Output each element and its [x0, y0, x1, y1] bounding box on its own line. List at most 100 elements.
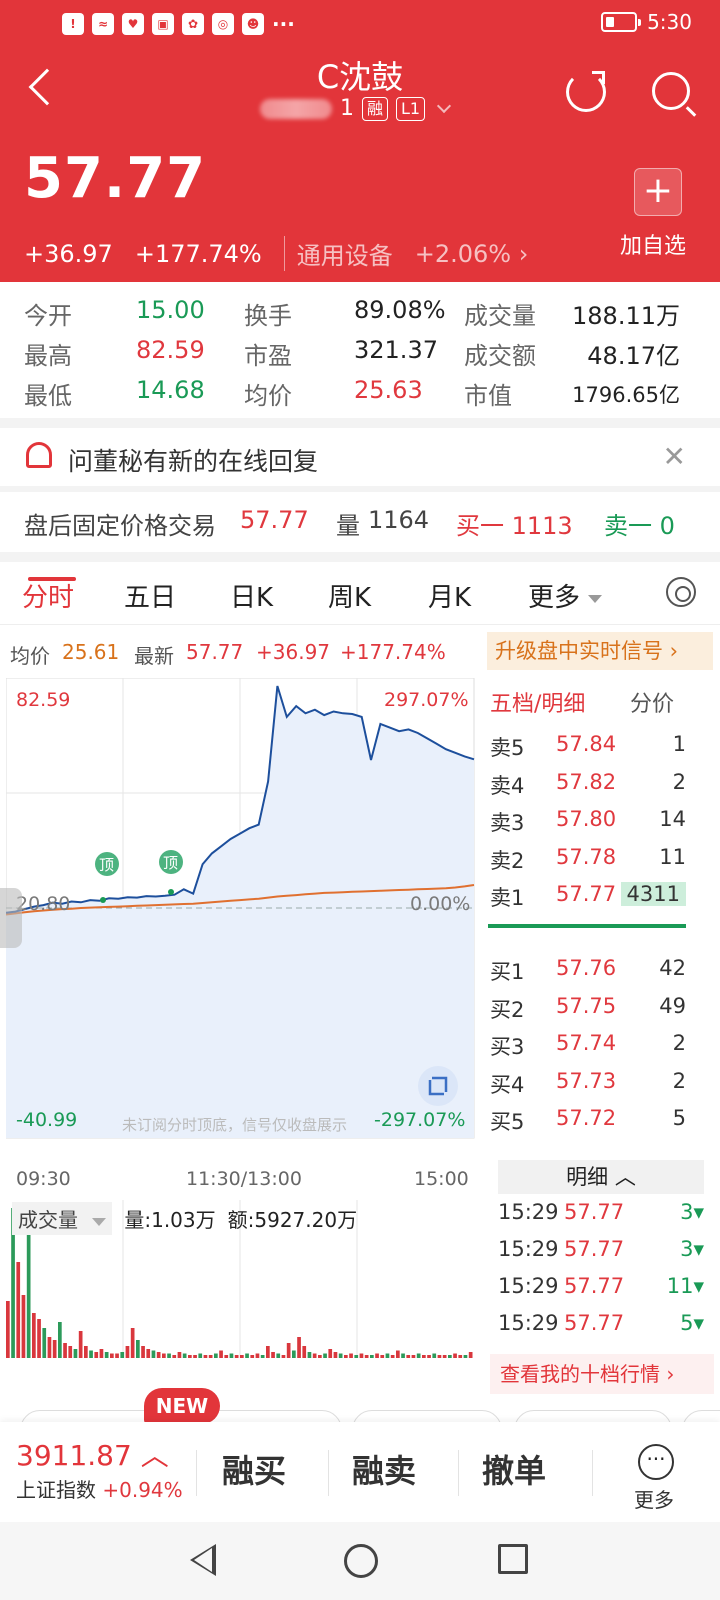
stock-code-row[interactable]: 1 融 L1 [260, 96, 452, 121]
bottom-action-bar: 3911.87 ︿ 上证指数 +0.94% 融买 融卖 撤单 ··· 更多 [0, 1422, 720, 1522]
trade-time: 15:29 [498, 1274, 559, 1298]
side-drawer-handle[interactable] [0, 888, 22, 948]
y-bottom-label: -40.99 [16, 1109, 77, 1131]
ask-row[interactable]: 卖2 57.78 11 [490, 839, 714, 877]
volume-bar [203, 1355, 208, 1358]
nav-recents-icon[interactable] [498, 1544, 528, 1574]
volume-bar [234, 1355, 239, 1358]
volume-bar [193, 1355, 197, 1358]
ask-volume: 4311 [620, 882, 686, 906]
upgrade-signal-button[interactable]: 升级盘中实时信号 › [487, 632, 713, 670]
volume-bar [271, 1352, 275, 1358]
volume-bar [463, 1355, 468, 1358]
index-row[interactable]: 上证指数 +0.94% [16, 1474, 183, 1503]
industry-change[interactable]: +2.06% › [415, 240, 529, 268]
bid-row[interactable]: 买4 57.73 2 [490, 1063, 714, 1101]
bid-price: 57.73 [556, 1068, 617, 1093]
volume-bar [396, 1350, 400, 1358]
bell-icon [26, 442, 52, 468]
nav-home-icon[interactable] [344, 1544, 378, 1578]
ask-row[interactable]: 卖3 57.80 14 [490, 801, 714, 839]
margin-sell-button[interactable]: 融卖 [352, 1446, 416, 1492]
bid-row[interactable]: 买1 57.76 42 [490, 950, 714, 988]
secretary-notice[interactable]: 问董秘有新的在线回复 ✕ [0, 428, 720, 488]
bid-row[interactable]: 买5 57.72 5 [490, 1100, 714, 1138]
volume-bar [99, 1349, 104, 1358]
volume-bar [21, 1295, 26, 1358]
ask-row[interactable]: 卖5 57.84 1 [490, 726, 714, 764]
ask-row[interactable]: 卖4 57.82 2 [490, 764, 714, 802]
refresh-icon[interactable] [566, 71, 606, 112]
volume-bar [437, 1355, 442, 1358]
volume-bar [58, 1322, 62, 1358]
ask-volume: 1 [672, 732, 686, 756]
more-icon[interactable]: ··· [638, 1444, 674, 1480]
mcap-label: 市值 [464, 382, 512, 410]
trade-volume: 3▾ [680, 1237, 704, 1261]
trade-time: 15:29 [498, 1311, 559, 1335]
time-label-end: 15:00 [414, 1168, 469, 1190]
trade-detail-toggle[interactable]: 明细 ︿ [498, 1160, 704, 1194]
price-change-row: +36.97 +177.74% 通用设备 +2.06% › [24, 236, 528, 271]
volume-bar [385, 1353, 390, 1358]
volume-bar [26, 1226, 31, 1358]
stock-name: C沈鼓 [316, 58, 404, 96]
time-label-start: 09:30 [16, 1168, 71, 1190]
ask-price: 57.78 [556, 844, 617, 869]
status-icons: ! ≈ ♥ ▣ ✿ ◎ ☻ ··· [62, 12, 295, 36]
tab-price-distribution[interactable]: 分价 [630, 686, 674, 718]
volume-bar [240, 1355, 244, 1358]
top-marker-label: 顶 [163, 854, 178, 872]
search-icon[interactable] [652, 72, 690, 110]
after-hours-sell1: 卖一 0 [604, 512, 675, 540]
ask-price: 57.80 [556, 807, 617, 831]
view-ten-levels-button[interactable]: 查看我的十档行情 › [490, 1354, 714, 1394]
margin-buy-button[interactable]: 融买 [222, 1446, 286, 1492]
tab-five-day[interactable]: 五日 [124, 577, 176, 614]
ask-price: 57.77 [556, 882, 617, 906]
cancel-order-button[interactable]: 撤单 [482, 1446, 546, 1492]
index-value[interactable]: 3911.87 ︿ [16, 1434, 169, 1474]
separator [328, 1450, 329, 1496]
volume-bar [354, 1355, 359, 1358]
bid-row[interactable]: 买3 57.74 2 [490, 1025, 714, 1063]
volume-bar [297, 1337, 301, 1358]
ask-row[interactable]: 卖1 57.77 4311 [490, 876, 714, 914]
volume-bar [6, 1301, 10, 1358]
volume-bar [427, 1355, 431, 1358]
bid-volume: 42 [659, 956, 686, 980]
volume-bar [349, 1353, 353, 1358]
intraday-chart[interactable]: 顶 顶 82.59 20.80 -40.99 297.07% 0.00% -29… [6, 678, 484, 1162]
fullscreen-icon[interactable] [418, 1066, 458, 1106]
settings-icon[interactable] [666, 577, 696, 607]
add-watchlist-label[interactable]: 加自选 [620, 228, 686, 260]
after-hours-row[interactable]: 盘后固定价格交易 57.77 量 1164 买一 1113 卖一 0 [0, 496, 720, 550]
after-hours-buy1: 买一 1113 [456, 512, 573, 540]
volume-bar [229, 1353, 234, 1358]
tab-five-level[interactable]: 五档/明细 [490, 686, 585, 718]
ask-level-label: 卖2 [490, 848, 525, 873]
add-watchlist-button[interactable]: + [634, 168, 682, 216]
more-label[interactable]: 更多 [634, 1484, 674, 1513]
low-value: 14.68 [136, 376, 205, 404]
volume-qty: 量:1.03万 [124, 1208, 216, 1232]
top-marker-label: 顶 [99, 856, 114, 874]
volume-bar [442, 1355, 447, 1358]
tab-weekly-k[interactable]: 周K [328, 577, 371, 614]
bid-level-label: 买1 [490, 960, 525, 984]
after-hours-vol: 1164 [368, 506, 430, 534]
tab-intraday[interactable]: 分时 [22, 577, 74, 614]
tab-daily-k[interactable]: 日K [230, 577, 273, 614]
more-status-icon: ··· [272, 12, 295, 36]
nav-back-icon[interactable] [190, 1544, 216, 1576]
volume-value: 188.11万 [572, 302, 680, 330]
bid-row[interactable]: 买2 57.75 49 [490, 988, 714, 1026]
volume-bar [63, 1343, 67, 1358]
tab-more[interactable]: 更多 [528, 577, 603, 614]
change-percent: +177.74% [134, 239, 262, 268]
volume-bar [260, 1355, 265, 1358]
industry-link[interactable]: 通用设备 [283, 236, 393, 271]
volume-indicator-select[interactable]: 成交量 [12, 1202, 113, 1235]
tab-monthly-k[interactable]: 月K [428, 577, 471, 614]
close-icon[interactable]: ✕ [663, 440, 686, 473]
